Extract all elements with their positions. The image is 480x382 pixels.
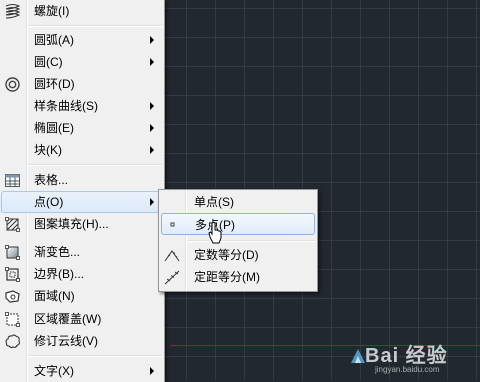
submenu-item-label: 定距等分(M) — [194, 270, 260, 284]
menu-item-label: 块(K) — [34, 143, 62, 157]
menu-item-label: 渐变色... — [34, 245, 81, 259]
submenu-item-label: 定数等分(D) — [194, 248, 259, 262]
menu-item-region[interactable]: 面域(N) — [0, 285, 164, 307]
menu-item-label: 区域覆盖(W) — [34, 312, 102, 326]
boundary-icon — [4, 266, 21, 283]
menu-item-label: 文字(X) — [34, 364, 74, 378]
menu-item-boundary[interactable]: 边界(B)... — [0, 263, 164, 285]
menu-item-label: 螺旋(I) — [34, 4, 70, 18]
menu-item-label: 表格... — [34, 173, 69, 187]
donut-icon — [4, 76, 21, 93]
menu-item-point[interactable]: 点(O) — [0, 191, 164, 213]
submenu-arrow-icon — [150, 102, 154, 110]
menu-item-arc[interactable]: 圆弧(A) — [0, 29, 164, 51]
menu-item-circle[interactable]: 圆(C) — [0, 51, 164, 73]
submenu-separator — [187, 240, 315, 242]
submenu-arrow-icon — [150, 124, 154, 132]
menu-item-label: 面域(N) — [34, 289, 75, 303]
menu-item-gradient[interactable]: 渐变色... — [0, 241, 164, 263]
submenu-arrow-icon — [150, 58, 154, 66]
divide-icon — [163, 246, 181, 264]
submenu-item-divide[interactable]: 定数等分(D) — [161, 244, 315, 266]
submenu-arrow-icon — [150, 36, 154, 44]
draw-menu: 螺旋(I) 圆弧(A) 圆(C) 圆环(D) 样条曲线(S) 椭圆(E) 块(K… — [0, 0, 165, 382]
region-icon — [4, 288, 21, 305]
menu-item-helix[interactable]: 螺旋(I) — [0, 0, 164, 22]
menu-item-label: 图案填充(H)... — [34, 217, 109, 231]
menu-item-hatch[interactable]: 图案填充(H)... — [0, 213, 164, 235]
watermark-text: Bai 经验 — [365, 345, 448, 367]
submenu-item-multiple-points[interactable]: 多点(P) — [161, 213, 315, 235]
table-icon — [4, 172, 21, 189]
point-submenu: 单点(S) 多点(P) 定数等分(D) 定距等分(M) — [158, 189, 318, 292]
hatch-icon — [4, 216, 21, 233]
menu-item-label: 修订云线(V) — [34, 334, 98, 348]
mouse-cursor-icon — [208, 222, 222, 244]
wipeout-icon — [4, 311, 21, 328]
helix-icon — [4, 3, 21, 20]
menu-item-ellipse[interactable]: 椭圆(E) — [0, 117, 164, 139]
menu-item-text[interactable]: 文字(X) — [0, 360, 164, 382]
menu-item-label: 点(O) — [34, 195, 64, 209]
revcloud-icon — [4, 333, 21, 350]
menu-separator — [28, 25, 162, 27]
menu-item-label: 样条曲线(S) — [34, 99, 98, 113]
menu-item-donut[interactable]: 圆环(D) — [0, 73, 164, 95]
menu-item-block[interactable]: 块(K) — [0, 139, 164, 161]
menu-separator — [28, 164, 162, 166]
submenu-item-label: 单点(S) — [194, 195, 234, 209]
submenu-arrow-icon — [150, 367, 154, 375]
multiple-points-icon — [164, 216, 182, 234]
menu-item-wipeout[interactable]: 区域覆盖(W) — [0, 308, 164, 330]
menu-item-label: 圆弧(A) — [34, 33, 74, 47]
watermark-url: jingyan.baidu.com — [375, 365, 440, 374]
submenu-arrow-icon — [150, 198, 154, 206]
menu-item-table[interactable]: 表格... — [0, 169, 164, 191]
submenu-item-single-point[interactable]: 单点(S) — [161, 191, 315, 213]
menu-separator — [28, 355, 162, 357]
menu-item-label: 圆(C) — [34, 55, 63, 69]
menu-item-revcloud[interactable]: 修订云线(V) — [0, 330, 164, 352]
measure-icon — [163, 268, 181, 286]
submenu-arrow-icon — [150, 146, 154, 154]
submenu-item-measure[interactable]: 定距等分(M) — [161, 266, 315, 288]
gradient-icon — [4, 244, 21, 261]
menu-item-spline[interactable]: 样条曲线(S) — [0, 95, 164, 117]
menu-item-label: 椭圆(E) — [34, 121, 74, 135]
baidu-jingyan-watermark: Bai 经验 jingyan.baidu.com — [345, 335, 480, 380]
menu-item-label: 圆环(D) — [34, 77, 75, 91]
menu-item-label: 边界(B)... — [34, 267, 84, 281]
